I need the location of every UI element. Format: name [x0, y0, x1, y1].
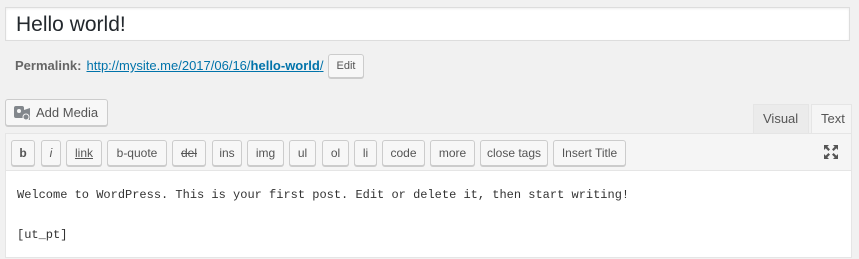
media-camera-icon — [13, 104, 31, 122]
add-media-button[interactable]: Add Media — [5, 99, 109, 126]
edit-permalink-button[interactable]: Edit — [327, 54, 365, 78]
add-media-label: Add Media — [36, 105, 99, 120]
fullscreen-expand-icon[interactable] — [823, 144, 839, 160]
tab-visual[interactable]: Visual — [753, 104, 809, 134]
qt-link-button[interactable]: link — [66, 140, 102, 166]
qt-li-button[interactable]: li — [354, 140, 377, 166]
qt-bold-button[interactable]: b — [11, 140, 35, 166]
tab-text[interactable]: Text — [811, 104, 852, 134]
permalink-slug: hello-world — [250, 58, 320, 73]
qt-ul-button[interactable]: ul — [289, 140, 316, 166]
qt-del-button[interactable]: del — [172, 140, 206, 166]
permalink-url-prefix: http://mysite.me/2017/06/16/ — [86, 58, 251, 73]
editor-textarea[interactable]: Welcome to WordPress. This is your first… — [6, 171, 851, 259]
qt-more-button[interactable]: more — [430, 140, 475, 166]
editor-container: b i link b-quote del ins img ul ol li co… — [5, 133, 852, 258]
qt-italic-button[interactable]: i — [41, 140, 61, 166]
qt-img-button[interactable]: img — [247, 140, 284, 166]
qt-bquote-button[interactable]: b-quote — [107, 140, 167, 166]
permalink-row: Permalink: http://mysite.me/2017/06/16/h… — [15, 54, 365, 78]
qt-close-tags-button[interactable]: close tags — [480, 140, 548, 166]
permalink-link[interactable]: http://mysite.me/2017/06/16/hello-world/ — [86, 56, 323, 76]
permalink-label: Permalink: — [15, 58, 82, 73]
qt-ol-button[interactable]: ol — [322, 140, 349, 166]
qt-code-button[interactable]: code — [382, 140, 425, 166]
post-title-input[interactable]: Hello world! — [5, 7, 850, 41]
qt-insert-title-button[interactable]: Insert Title — [553, 140, 626, 166]
qt-ins-button[interactable]: ins — [212, 140, 242, 166]
permalink-url-suffix: / — [319, 58, 324, 73]
editor-line: Welcome to WordPress. This is your first… — [17, 188, 630, 202]
editor-line: [ut_pt] — [17, 228, 68, 242]
quicktags-toolbar: b i link b-quote del ins img ul ol li co… — [6, 134, 851, 171]
